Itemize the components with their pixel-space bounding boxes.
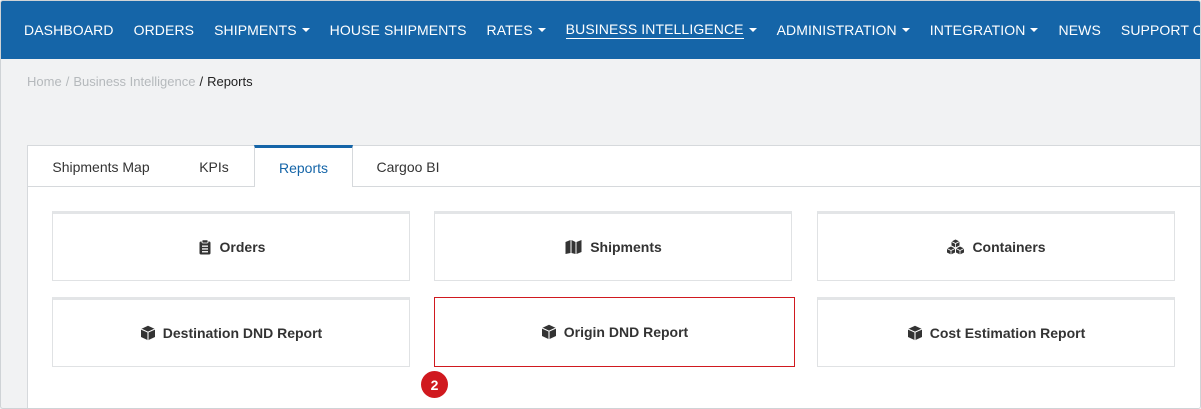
cube-icon — [541, 324, 556, 340]
nav-dashboard-label: DASHBOARD — [24, 22, 114, 38]
breadcrumb-separator: / — [65, 74, 70, 89]
cubes-icon — [947, 239, 965, 255]
nav-support-center-label: SUPPORT CENTER — [1120, 22, 1200, 38]
nav-business-intelligence[interactable]: BUSINESS INTELLIGENCE — [565, 21, 757, 39]
clipboard-icon — [199, 239, 211, 255]
nav-shipments-label: SHIPMENTS — [214, 22, 297, 38]
cube-icon — [907, 325, 922, 341]
cube-icon — [140, 325, 155, 341]
nav-business-intelligence-label: BUSINESS INTELLIGENCE — [565, 21, 744, 39]
nav-dashboard[interactable]: DASHBOARD — [24, 22, 114, 38]
reports-panel: Shipments Map KPIs Reports Cargoo BI Ord… — [27, 145, 1200, 408]
nav-house-shipments[interactable]: HOUSE SHIPMENTS — [330, 22, 467, 38]
tab-bar: Shipments Map KPIs Reports Cargoo BI — [28, 145, 1200, 187]
nav-news[interactable]: NEWS — [1058, 22, 1100, 38]
containers-report-button[interactable]: Containers — [817, 211, 1175, 281]
nav-shipments[interactable]: SHIPMENTS — [214, 22, 310, 38]
destination-dnd-report-button[interactable]: Destination DND Report — [52, 297, 410, 367]
nav-rates[interactable]: RATES — [487, 22, 546, 38]
shipments-report-label: Shipments — [590, 239, 662, 255]
cost-estimation-report-label: Cost Estimation Report — [929, 325, 1086, 341]
chevron-down-icon — [301, 28, 310, 32]
tab-reports[interactable]: Reports — [254, 145, 353, 187]
app-window: DASHBOARD ORDERS SHIPMENTS HOUSE SHIPMEN… — [0, 0, 1201, 409]
chevron-down-icon — [1030, 28, 1039, 32]
nav-orders-label: ORDERS — [133, 22, 195, 38]
tab-cargoo-bi[interactable]: Cargoo BI — [353, 146, 463, 187]
nav-integration-label: INTEGRATION — [929, 22, 1026, 38]
nav-rates-label: RATES — [486, 22, 533, 38]
nav-news-label: NEWS — [1058, 22, 1101, 38]
top-navigation: DASHBOARD ORDERS SHIPMENTS HOUSE SHIPMEN… — [1, 1, 1200, 59]
nav-house-shipments-label: HOUSE SHIPMENTS — [329, 22, 467, 38]
tab-kpis[interactable]: KPIs — [174, 146, 254, 187]
orders-report-label: Orders — [219, 239, 266, 255]
origin-dnd-report-label: Origin DND Report — [563, 324, 689, 340]
containers-report-label: Containers — [972, 239, 1046, 255]
chevron-down-icon — [537, 28, 546, 32]
breadcrumb: Home / Business Intelligence / Reports — [27, 74, 253, 89]
destination-dnd-report-label: Destination DND Report — [162, 325, 323, 341]
breadcrumb-business-intelligence[interactable]: Business Intelligence — [73, 74, 195, 89]
chevron-down-icon — [901, 28, 910, 32]
breadcrumb-separator: / — [199, 74, 204, 89]
nav-administration-label: ADMINISTRATION — [776, 22, 897, 38]
origin-dnd-report-button[interactable]: Origin DND Report — [434, 297, 795, 367]
nav-integration[interactable]: INTEGRATION — [930, 22, 1039, 38]
orders-report-button[interactable]: Orders — [52, 211, 410, 281]
breadcrumb-current: Reports — [207, 74, 253, 89]
nav-administration[interactable]: ADMINISTRATION — [777, 22, 910, 38]
shipments-report-button[interactable]: Shipments — [434, 211, 792, 281]
breadcrumb-home[interactable]: Home — [27, 74, 62, 89]
step-number-badge: 2 — [421, 371, 448, 398]
nav-orders[interactable]: ORDERS — [134, 22, 195, 38]
tab-shipments-map[interactable]: Shipments Map — [28, 146, 174, 187]
nav-support-center[interactable]: SUPPORT CENTER — [1120, 22, 1200, 38]
chevron-down-icon — [748, 28, 757, 32]
cost-estimation-report-button[interactable]: Cost Estimation Report — [817, 297, 1175, 367]
map-icon — [565, 240, 582, 254]
